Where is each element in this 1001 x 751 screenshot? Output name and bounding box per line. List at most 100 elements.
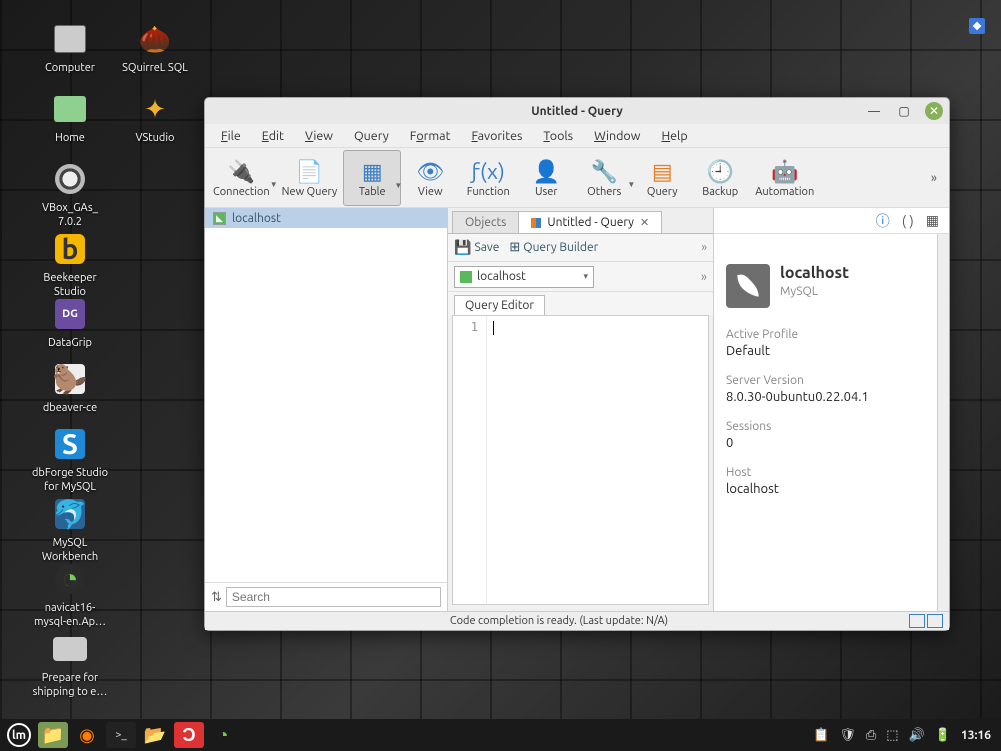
desktop-icon-glyph: ◔ bbox=[51, 560, 89, 598]
titlebar[interactable]: Untitled - Query — ▢ ✕ bbox=[205, 98, 949, 124]
desktop-icon-prepare-for-shipping-to-e-[interactable]: Prepare forshipping to e… bbox=[20, 630, 120, 700]
info-label-host: Host bbox=[726, 466, 925, 479]
toolbar-overflow[interactable]: » bbox=[921, 171, 947, 185]
info-title: localhost bbox=[780, 264, 849, 282]
toolbar-view[interactable]: 👁View bbox=[401, 150, 459, 206]
tray-disk-icon[interactable]: ⎙ bbox=[866, 728, 876, 743]
menu-format[interactable]: Format bbox=[400, 126, 461, 146]
toolbar-label: New Query bbox=[282, 186, 338, 198]
query-builder-button[interactable]: ⊞ Query Builder bbox=[509, 240, 598, 255]
toolbar-label: View bbox=[418, 186, 443, 198]
window-title: Untitled - Query bbox=[531, 105, 623, 118]
menu-view[interactable]: View bbox=[295, 126, 343, 146]
info-value-host: localhost bbox=[726, 482, 925, 496]
menu-file[interactable]: File bbox=[211, 126, 251, 146]
grid-icon[interactable]: ▦ bbox=[926, 212, 939, 229]
desktop-icon-glyph bbox=[51, 160, 89, 198]
desktop-notification-icon[interactable]: ❖ bbox=[969, 18, 985, 34]
desktop-icon-glyph: S bbox=[51, 425, 89, 463]
save-button[interactable]: 💾 Save bbox=[454, 239, 499, 256]
menu-tools[interactable]: Tools bbox=[533, 126, 583, 146]
desktop-icon-navicat16-mysql-en-ap-[interactable]: ◔ navicat16-mysql-en.Ap… bbox=[20, 560, 120, 630]
toolbar-backup[interactable]: 🕘Backup bbox=[691, 150, 749, 206]
tab-untitled-query[interactable]: Untitled - Query✕ bbox=[518, 211, 662, 233]
taskbar-firefox[interactable]: ◉ bbox=[72, 722, 102, 748]
taskbar-terminal[interactable]: >_ bbox=[106, 722, 136, 748]
desktop-icon-label: DataGrip bbox=[20, 337, 120, 351]
sql-editor[interactable]: 1 bbox=[452, 315, 709, 605]
connections-pane: ◣ localhost ⇅ bbox=[205, 208, 448, 611]
toolbar-connection[interactable]: 🔌Connection▼ bbox=[207, 150, 276, 206]
tab-query-editor[interactable]: Query Editor bbox=[454, 295, 545, 315]
toolbar-table[interactable]: ▦Table▼ bbox=[343, 150, 401, 206]
datasource-overflow[interactable]: » bbox=[701, 270, 707, 284]
code-area[interactable] bbox=[487, 316, 708, 604]
desktop-icon-mysql-workbench[interactable]: 🐬MySQLWorkbench bbox=[20, 495, 120, 565]
tray-battery-icon[interactable]: 🔋 bbox=[935, 728, 951, 743]
automation-icon: 🤖 bbox=[771, 158, 798, 186]
others-icon: 🔧 bbox=[591, 158, 618, 186]
toolbar-new-query[interactable]: 📄New Query bbox=[276, 150, 344, 206]
panel-toggle-right[interactable] bbox=[927, 614, 943, 628]
panel-toggle-left[interactable] bbox=[909, 614, 925, 628]
toolbar-label: User bbox=[535, 186, 558, 198]
tray-clock[interactable]: 13:16 bbox=[961, 729, 991, 742]
toolbar-query[interactable]: ▤Query bbox=[633, 150, 691, 206]
braces-icon[interactable]: ( ) bbox=[902, 213, 914, 229]
close-icon[interactable]: ✕ bbox=[640, 216, 649, 229]
desktop-icon-vbox-gas-7-0-2[interactable]: VBox_GAs_7.0.2 bbox=[20, 160, 120, 230]
menu-window[interactable]: Window bbox=[584, 126, 650, 146]
desktop-icon-beekeeper-studio[interactable]: bBeekeeperStudio bbox=[20, 230, 120, 300]
sort-icon[interactable]: ⇅ bbox=[211, 590, 222, 605]
menu-favorites[interactable]: Favorites bbox=[462, 126, 533, 146]
menubar: FileEditViewQueryFormatFavoritesToolsWin… bbox=[205, 124, 949, 148]
close-button[interactable]: ✕ bbox=[925, 102, 943, 120]
desktop-icon-vstudio[interactable]: ✦VStudio bbox=[105, 90, 205, 146]
tray-volume-icon[interactable]: 🔊 bbox=[909, 728, 925, 743]
info-icon[interactable]: ⓘ bbox=[876, 211, 890, 231]
desktop-icon-glyph: 🐬 bbox=[51, 495, 89, 533]
tab-icon bbox=[531, 218, 541, 228]
toolbar-label: Others bbox=[587, 186, 621, 198]
toolbar-others[interactable]: 🔧Others▼ bbox=[575, 150, 633, 206]
toolbar-automation[interactable]: 🤖Automation bbox=[749, 150, 820, 206]
connection-item-localhost[interactable]: ◣ localhost bbox=[205, 208, 447, 228]
search-input[interactable] bbox=[226, 587, 441, 607]
info-label-server-version: Server Version bbox=[726, 374, 925, 387]
tray-network-icon[interactable]: ⬚ bbox=[886, 728, 898, 743]
info-label-sessions: Sessions bbox=[726, 420, 925, 433]
taskbar-files[interactable]: 📁 bbox=[38, 722, 68, 748]
taskbar-files2[interactable]: 📂 bbox=[140, 722, 170, 748]
desktop-icon-glyph: b bbox=[51, 230, 89, 268]
menu-query[interactable]: Query bbox=[344, 126, 399, 146]
taskbar: lm 📁 ◉ >_ 📂 Ͻ ◔ 📋 🛡 ⎙ ⬚ 🔊 🔋 13:16 bbox=[0, 719, 1001, 751]
desktop-icon-dbforge-studio-for-mysql[interactable]: SdbForge Studiofor MySQL bbox=[20, 425, 120, 495]
datasource-select[interactable]: localhost bbox=[454, 266, 594, 288]
toolbar-function[interactable]: ƒ(x)Function bbox=[459, 150, 517, 206]
desktop-icon-squirrel-sql[interactable]: 🌰SQuirreL SQL bbox=[105, 20, 205, 76]
query-actions-bar: 💾 Save ⊞ Query Builder » bbox=[448, 234, 713, 262]
desktop-icon-label: navicat16-mysql-en.Ap… bbox=[20, 602, 120, 630]
taskbar-navicat[interactable]: ◔ bbox=[208, 722, 238, 748]
toolbar-user[interactable]: 👤User bbox=[517, 150, 575, 206]
status-text: Code completion is ready. (Last update: … bbox=[211, 615, 907, 627]
tray-clipboard-icon[interactable]: 📋 bbox=[813, 728, 829, 743]
taskbar-app-red[interactable]: Ͻ bbox=[174, 722, 204, 748]
tray-shield-icon[interactable]: 🛡 bbox=[839, 728, 856, 743]
maximize-button[interactable]: ▢ bbox=[895, 102, 913, 120]
desktop-icon-glyph: 🌰 bbox=[136, 20, 174, 58]
desktop-icon-label: VStudio bbox=[105, 132, 205, 146]
menu-help[interactable]: Help bbox=[651, 126, 697, 146]
tab-objects[interactable]: Objects bbox=[452, 211, 519, 233]
menu-edit[interactable]: Edit bbox=[252, 126, 294, 146]
query-bar-overflow[interactable]: » bbox=[701, 241, 707, 254]
editor-subtabs: Query Editor bbox=[448, 292, 713, 315]
user-icon: 👤 bbox=[533, 158, 560, 186]
minimize-button[interactable]: — bbox=[865, 102, 883, 120]
plug-icon: 🔌 bbox=[228, 158, 255, 186]
desktop-icon-glyph bbox=[51, 90, 89, 128]
desktop-icon-dbeaver-ce[interactable]: 🦫dbeaver-ce bbox=[20, 360, 120, 416]
desktop-icon-datagrip[interactable]: DGDataGrip bbox=[20, 295, 120, 351]
start-menu-button[interactable]: lm bbox=[4, 722, 34, 748]
info-scrollbar[interactable] bbox=[937, 234, 949, 611]
